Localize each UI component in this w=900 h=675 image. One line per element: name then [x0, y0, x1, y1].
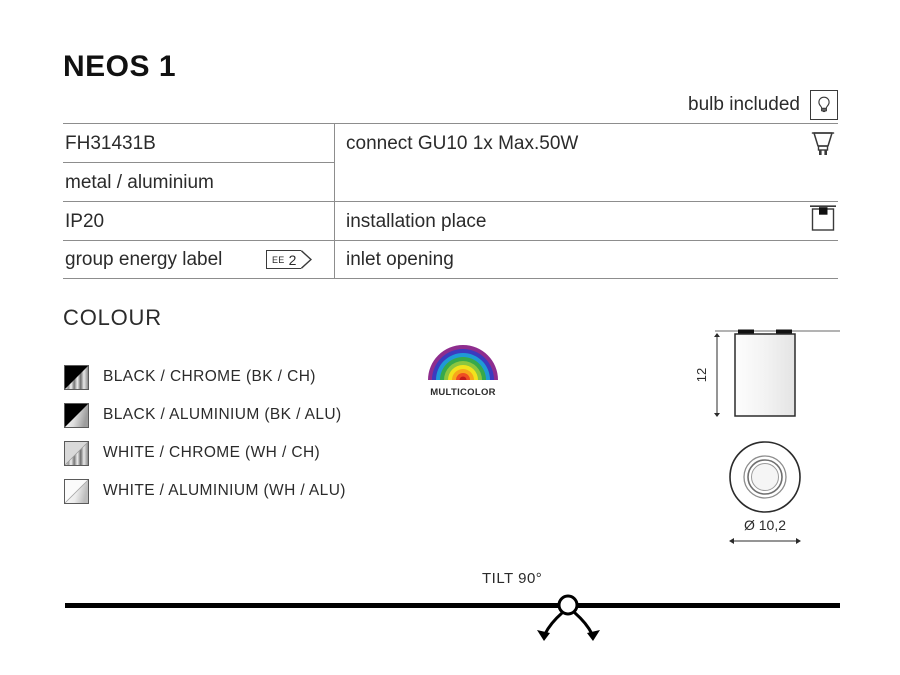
colour-option-white-aluminium[interactable]: WHITE / ALUMINIUM (WH / ALU)	[64, 472, 346, 510]
swatch-white-aluminium	[64, 478, 89, 504]
bulb-included-row: bulb included	[688, 90, 838, 120]
table-rule-row1	[63, 162, 335, 164]
table-rule-bottom	[63, 278, 838, 280]
light-bulb-icon	[810, 90, 838, 120]
page-title: NEOS 1	[63, 50, 177, 83]
table-rule-top	[63, 123, 838, 125]
cell-energy-label: group energy label	[65, 249, 223, 270]
multicolor-badge: MULTICOLOR	[427, 344, 499, 398]
colour-label: BLACK / ALUMINIUM (BK / ALU)	[103, 406, 342, 423]
multicolor-label: MULTICOLOR	[430, 387, 496, 398]
ceiling-mount-icon	[808, 203, 838, 240]
cell-product-code: FH31431B	[65, 133, 156, 154]
energy-label-value: 2	[288, 251, 297, 268]
table-column-divider	[334, 123, 336, 278]
cell-inlet-opening: inlet opening	[346, 249, 454, 270]
technical-drawing-side-view: 12	[690, 322, 860, 437]
colour-label: WHITE / ALUMINIUM (WH / ALU)	[103, 482, 346, 499]
cell-material: metal / aluminium	[65, 172, 214, 193]
swatch-black-aluminium	[64, 402, 89, 428]
specification-table: FH31431B metal / aluminium IP20 group en…	[63, 123, 838, 280]
table-rule-row2	[63, 201, 838, 203]
cell-connection: connect GU10 1x Max.50W	[346, 133, 579, 154]
energy-label-arrow-icon	[301, 250, 313, 269]
dimension-height: 12	[694, 368, 709, 382]
gu10-lamp-icon	[808, 128, 838, 165]
cell-ip-rating: IP20	[65, 211, 105, 232]
tilt-mounting-bar	[65, 603, 840, 608]
colour-section-heading: COLOUR	[63, 305, 162, 330]
technical-drawing-bottom-view: Ø 10,2	[700, 437, 860, 552]
tilt-arrows-icon	[537, 594, 600, 641]
cell-installation: installation place	[346, 211, 487, 232]
energy-label-box: EE 2	[266, 250, 302, 269]
bulb-included-label: bulb included	[688, 94, 800, 115]
colour-option-white-chrome[interactable]: WHITE / CHROME (WH / CH)	[64, 434, 346, 472]
swatch-white-chrome	[64, 440, 89, 466]
energy-label-badge: EE 2	[266, 250, 313, 269]
colour-option-black-aluminium[interactable]: BLACK / ALUMINIUM (BK / ALU)	[64, 396, 346, 434]
colour-label: BLACK / CHROME (BK / CH)	[103, 368, 316, 385]
rainbow-icon	[428, 345, 498, 380]
colour-label: WHITE / CHROME (WH / CH)	[103, 444, 321, 461]
table-rule-row3	[63, 240, 838, 242]
swatch-black-chrome	[64, 364, 89, 390]
energy-label-prefix: EE	[272, 254, 285, 265]
colour-option-list: BLACK / CHROME (BK / CH) BLACK / ALUMINI…	[64, 358, 346, 510]
dimension-diameter: Ø 10,2	[744, 517, 786, 533]
colour-option-black-chrome[interactable]: BLACK / CHROME (BK / CH)	[64, 358, 346, 396]
